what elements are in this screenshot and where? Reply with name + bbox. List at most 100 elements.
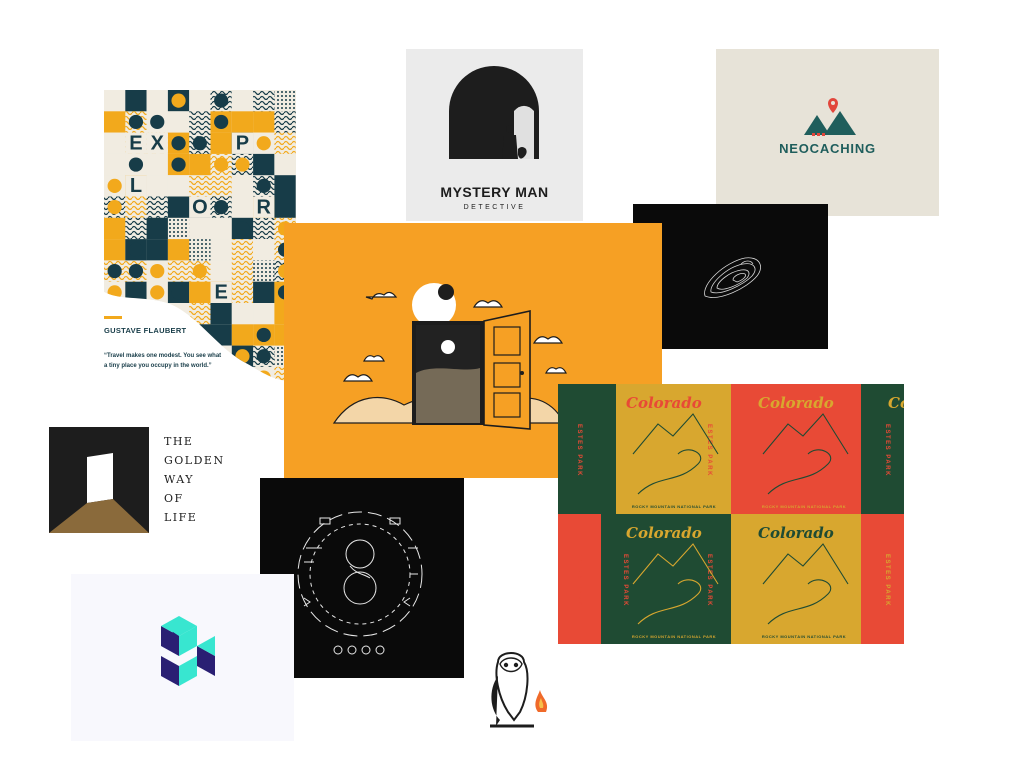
pattern-tile (167, 239, 190, 261)
pattern-shape (128, 114, 144, 130)
pattern-tile (231, 239, 254, 261)
pattern-tile (167, 217, 190, 240)
park-footer-label: ROCKY MOUNTAIN NATIONAL PARK (631, 504, 717, 509)
colorado-mountain-art (632, 413, 849, 625)
topographic-stone-graphic (704, 257, 761, 298)
pattern-tile (231, 196, 254, 218)
pattern-tile (189, 239, 211, 261)
pattern-tile (210, 132, 232, 154)
cube-logo (161, 616, 215, 686)
pattern-tile (104, 90, 126, 112)
pattern-tile (231, 324, 254, 346)
pattern-tile (146, 196, 168, 218)
pattern-shape (214, 114, 229, 130)
pattern-tile (210, 303, 232, 325)
pattern-shape (192, 157, 207, 172)
mystery-subtitle: DETECTIVE (463, 204, 526, 211)
poster-author: GUSTAVE FLAUBERT (104, 326, 187, 335)
pattern-shape (192, 263, 207, 279)
neocaching-card[interactable]: NEOCACHING (716, 49, 939, 216)
owl-logo-card[interactable] (478, 646, 554, 738)
pattern-tile (231, 175, 254, 197)
pattern-shape (150, 263, 165, 279)
pattern-shape (128, 263, 144, 279)
pattern-tile (231, 260, 254, 282)
park-footer-label: ROCKY MOUNTAIN NATIONAL PARK (631, 634, 717, 639)
neocaching-title: NEOCACHING (779, 141, 876, 156)
pattern-tile (253, 260, 275, 282)
pattern-tile (274, 196, 296, 218)
pattern-tile (167, 260, 190, 282)
pattern-shape (256, 178, 271, 193)
pattern-tile (274, 175, 296, 197)
pattern-tile (253, 111, 275, 133)
pattern-shape (150, 285, 165, 300)
pattern-tile (274, 132, 296, 154)
pattern-shape (256, 136, 271, 151)
pattern-tile (104, 239, 126, 261)
pattern-tile (146, 239, 168, 261)
pattern-tile (210, 239, 232, 261)
pattern-tile (274, 153, 296, 176)
golden-line-4: OF (164, 492, 184, 505)
pattern-tile (253, 217, 275, 240)
pattern-shape (235, 157, 250, 172)
pattern-tile (104, 153, 126, 176)
pattern-shape (235, 221, 250, 236)
pattern-tile (104, 217, 126, 240)
pattern-shape (107, 178, 122, 193)
pattern-tile (146, 90, 168, 112)
pattern-tile (167, 196, 190, 218)
colorado-pattern-card[interactable]: Colorado Colorado Colorado Colorado Colo… (558, 384, 904, 644)
pattern-tile (210, 217, 232, 240)
pattern-tile (231, 281, 254, 303)
pattern-tile (231, 90, 254, 112)
pattern-tile (231, 111, 254, 133)
cube-logo-card[interactable] (71, 574, 294, 741)
poster-accent-rule (104, 316, 122, 319)
pattern-tile (146, 175, 168, 197)
explore-poster-card[interactable]: EXPLORE GUSTAVE FLAUBERT “Travel makes o… (84, 70, 314, 402)
pattern-shape (171, 93, 186, 108)
pattern-tile (210, 260, 232, 282)
pattern-tile (274, 111, 296, 133)
golden-line-1: THE (164, 435, 194, 448)
neocaching-mountain-logo (804, 98, 856, 136)
pattern-shape (128, 157, 144, 172)
poster-quote: “Travel makes one modest. You see what a… (104, 353, 222, 369)
pattern-tile (253, 239, 275, 261)
mystery-title: MYSTERY MAN (440, 184, 549, 200)
pattern-tile (253, 303, 275, 325)
pattern-tile (125, 217, 147, 240)
park-footer-label: ROCKY MOUNTAIN NATIONAL PARK (761, 634, 847, 639)
pattern-shape (256, 349, 271, 364)
pattern-tile (210, 175, 232, 197)
poster-letter: X (151, 133, 165, 155)
poster-letter: O (192, 197, 208, 219)
pattern-shape (107, 200, 122, 215)
topographic-stone-card[interactable] (633, 204, 828, 349)
pattern-tile (104, 132, 126, 154)
pattern-tile (189, 217, 211, 240)
pattern-tile (125, 196, 147, 218)
poster-letter: R (257, 197, 272, 219)
pattern-tile (167, 175, 190, 197)
pattern-shape (171, 285, 186, 300)
pattern-tile (231, 303, 254, 325)
poster-letter: P (236, 133, 249, 155)
pattern-tile (274, 90, 296, 112)
pattern-shape (214, 93, 229, 108)
pattern-tile (189, 175, 211, 197)
pattern-tile (253, 281, 275, 303)
golden-way-card[interactable]: THE GOLDEN WAY OF LIFE (49, 427, 249, 537)
mystery-man-card[interactable]: MYSTERY MAN DETECTIVE (406, 49, 583, 221)
pattern-shape (214, 200, 229, 215)
pattern-tile (167, 111, 190, 133)
poster-letter: L (130, 175, 142, 197)
pattern-tile (104, 111, 126, 133)
poster-letter: E (214, 282, 227, 304)
pattern-shape (214, 157, 229, 172)
pattern-shape (256, 327, 271, 343)
pattern-tile (253, 153, 275, 176)
pattern-shape (128, 242, 144, 257)
